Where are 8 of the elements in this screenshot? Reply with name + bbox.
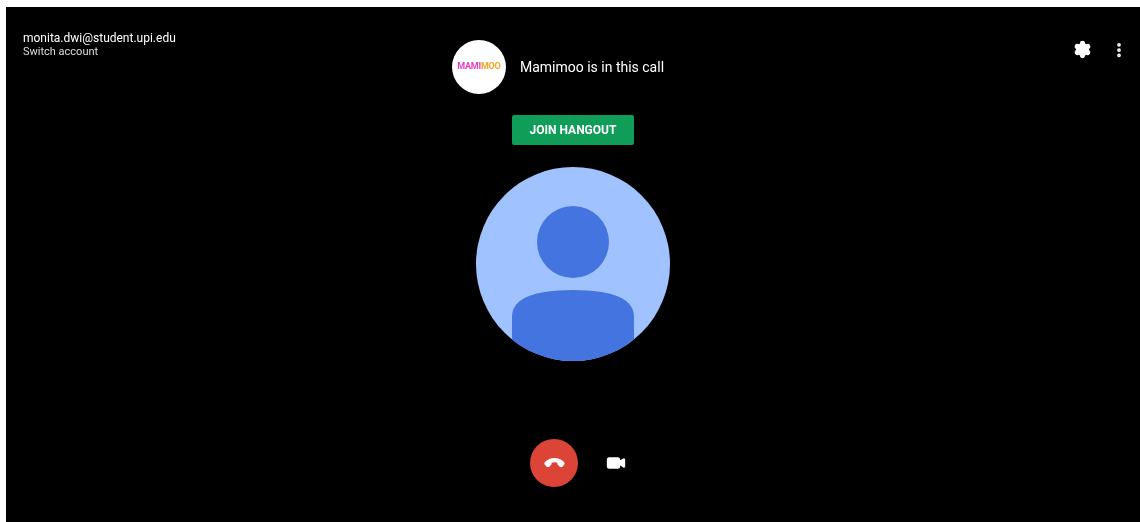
switch-account-link[interactable]: Switch account [23,45,176,58]
hang-up-button[interactable] [530,439,578,487]
caller-logo: MAMIMOO [451,40,506,94]
avatar-icon [476,167,670,361]
join-hangout-button[interactable]: JOIN HANGOUT [512,115,634,145]
account-email: monita.dwi@student.upi.edu [23,31,176,45]
settings-icon[interactable] [1073,40,1092,59]
call-status: Mamimoo is in this call [519,57,665,77]
